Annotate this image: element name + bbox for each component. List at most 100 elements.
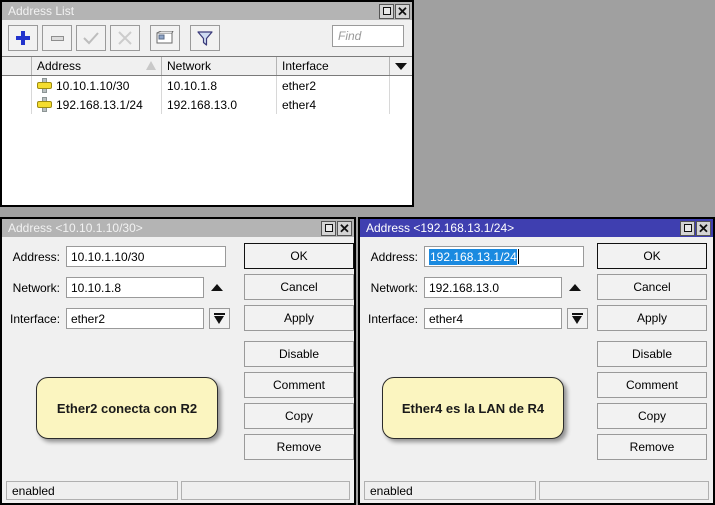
comment-button[interactable]: Comment bbox=[244, 372, 354, 398]
dialog-right-window-controls: ✕ bbox=[680, 220, 713, 236]
copy-button[interactable]: Copy bbox=[597, 403, 707, 429]
address-input[interactable]: 192.168.13.1/24 bbox=[424, 246, 584, 267]
address-detail-dialog-left: Address <10.10.1.10/30> ✕ Address: 10.10… bbox=[0, 217, 356, 505]
cancel-button[interactable]: Cancel bbox=[597, 274, 707, 300]
row-network: 10.10.1.8 bbox=[162, 76, 277, 95]
address-field-label: Address: bbox=[370, 249, 418, 264]
address-input[interactable]: 10.10.1.10/30 bbox=[66, 246, 226, 267]
status-enabled: enabled bbox=[6, 481, 178, 500]
dialog-right-title: Address <192.168.13.1/24> bbox=[366, 221, 515, 235]
dialog-left-body: Address: 10.10.1.10/30 Network: 10.10.1.… bbox=[2, 237, 354, 479]
funnel-icon bbox=[197, 30, 213, 46]
dialog-left-title: Address <10.10.1.10/30> bbox=[8, 221, 143, 235]
interface-input[interactable]: ether4 bbox=[424, 308, 562, 329]
network-field-row: Network: 192.168.13.0 bbox=[368, 277, 581, 298]
check-icon bbox=[83, 31, 99, 45]
dialog-left-window-controls: ✕ bbox=[321, 220, 354, 236]
remove-button[interactable]: Remove bbox=[597, 434, 707, 460]
maximize-icon[interactable] bbox=[680, 220, 695, 236]
address-detail-dialog-right: Address <192.168.13.1/24> ✕ Address: 192… bbox=[358, 217, 715, 505]
network-input[interactable]: 10.10.1.8 bbox=[66, 277, 204, 298]
address-field-row: Address: 10.10.1.10/30 bbox=[10, 246, 226, 267]
row-address: 10.10.1.10/30 bbox=[32, 76, 162, 95]
address-table: Address Network Interface 10.10.1.10/30 … bbox=[2, 56, 412, 205]
copy-button[interactable]: Copy bbox=[244, 403, 354, 429]
column-header-flags[interactable] bbox=[2, 57, 32, 75]
chevron-up-icon[interactable] bbox=[211, 284, 223, 291]
row-network: 192.168.13.0 bbox=[162, 95, 277, 114]
chevron-down-bar-icon bbox=[214, 313, 225, 324]
row-flags bbox=[2, 76, 32, 95]
row-end bbox=[390, 95, 412, 114]
dialog-right-statusbar: enabled bbox=[360, 479, 713, 503]
close-icon[interactable]: ✕ bbox=[337, 220, 352, 236]
network-input[interactable]: 192.168.13.0 bbox=[424, 277, 562, 298]
ok-button[interactable]: OK bbox=[597, 243, 707, 269]
row-address-text: 192.168.13.1/24 bbox=[56, 97, 143, 112]
apply-button[interactable]: Apply bbox=[597, 305, 707, 331]
find-input[interactable]: Find bbox=[332, 25, 404, 47]
row-interface: ether4 bbox=[277, 95, 390, 114]
table-row[interactable]: 10.10.1.10/30 10.10.1.8 ether2 bbox=[2, 76, 412, 95]
address-table-header: Address Network Interface bbox=[2, 57, 412, 76]
column-header-address-label: Address bbox=[37, 59, 82, 73]
interface-dropdown-button[interactable] bbox=[209, 308, 230, 329]
interface-field-label: Interface: bbox=[10, 311, 61, 326]
column-chooser-button[interactable] bbox=[390, 57, 412, 75]
interface-input-value: ether2 bbox=[71, 311, 106, 326]
interface-field-label: Interface: bbox=[368, 311, 419, 326]
address-input-value: 10.10.1.10/30 bbox=[71, 249, 145, 264]
status-extra bbox=[181, 481, 350, 500]
apply-button[interactable]: Apply bbox=[244, 305, 354, 331]
address-list-toolbar: Find bbox=[2, 20, 412, 56]
row-end bbox=[390, 76, 412, 95]
maximize-icon[interactable] bbox=[321, 220, 336, 236]
remove-button[interactable]: Remove bbox=[244, 434, 354, 460]
comment-button[interactable]: Comment bbox=[597, 372, 707, 398]
note-icon bbox=[156, 31, 174, 45]
column-header-interface[interactable]: Interface bbox=[277, 57, 390, 75]
dialog-right-button-column: OK Cancel Apply Disable Comment Copy Rem… bbox=[597, 243, 707, 465]
disable-button[interactable] bbox=[110, 25, 140, 51]
row-flags bbox=[2, 95, 32, 114]
maximize-icon[interactable] bbox=[379, 3, 394, 19]
dialog-left-button-column: OK Cancel Apply Disable Comment Copy Rem… bbox=[244, 243, 354, 465]
comment-button[interactable] bbox=[150, 25, 180, 51]
interface-dropdown-button[interactable] bbox=[567, 308, 588, 329]
status-enabled: enabled bbox=[364, 481, 536, 500]
network-field-label: Network: bbox=[12, 280, 60, 295]
ok-button[interactable]: OK bbox=[244, 243, 354, 269]
filter-button[interactable] bbox=[190, 25, 220, 51]
close-icon[interactable]: ✕ bbox=[395, 3, 410, 19]
disable-button[interactable]: Disable bbox=[244, 341, 354, 367]
row-address-text: 10.10.1.10/30 bbox=[56, 78, 130, 93]
minus-icon bbox=[50, 35, 64, 41]
address-list-title: Address List bbox=[8, 4, 75, 18]
remove-button[interactable] bbox=[42, 25, 72, 51]
interface-input[interactable]: ether2 bbox=[66, 308, 204, 329]
network-field-row: Network: 10.10.1.8 bbox=[10, 277, 223, 298]
cross-icon bbox=[118, 31, 132, 45]
status-extra bbox=[539, 481, 709, 500]
column-header-address[interactable]: Address bbox=[32, 57, 162, 75]
chevron-up-icon[interactable] bbox=[569, 284, 581, 291]
text-caret bbox=[517, 249, 519, 264]
table-row[interactable]: 192.168.13.1/24 192.168.13.0 ether4 bbox=[2, 95, 412, 114]
disable-button[interactable]: Disable bbox=[597, 341, 707, 367]
close-icon[interactable]: ✕ bbox=[696, 220, 711, 236]
chevron-down-bar-icon bbox=[572, 313, 583, 324]
address-field-label: Address: bbox=[12, 249, 60, 264]
sort-ascending-icon bbox=[146, 61, 156, 70]
network-field-label: Network: bbox=[370, 280, 418, 295]
add-button[interactable] bbox=[8, 25, 38, 51]
cancel-button[interactable]: Cancel bbox=[244, 274, 354, 300]
network-input-value: 192.168.13.0 bbox=[429, 280, 500, 295]
address-list-titlebar[interactable]: Address List ✕ bbox=[2, 2, 412, 20]
comment-bubble: Ether4 es la LAN de R4 bbox=[382, 377, 564, 439]
dialog-left-statusbar: enabled bbox=[2, 479, 354, 503]
dialog-right-titlebar[interactable]: Address <192.168.13.1/24> ✕ bbox=[360, 219, 713, 237]
enable-button[interactable] bbox=[76, 25, 106, 51]
dialog-left-titlebar[interactable]: Address <10.10.1.10/30> ✕ bbox=[2, 219, 354, 237]
column-header-network[interactable]: Network bbox=[162, 57, 277, 75]
address-list-window: Address List ✕ Find Address Network Inte… bbox=[0, 0, 414, 207]
